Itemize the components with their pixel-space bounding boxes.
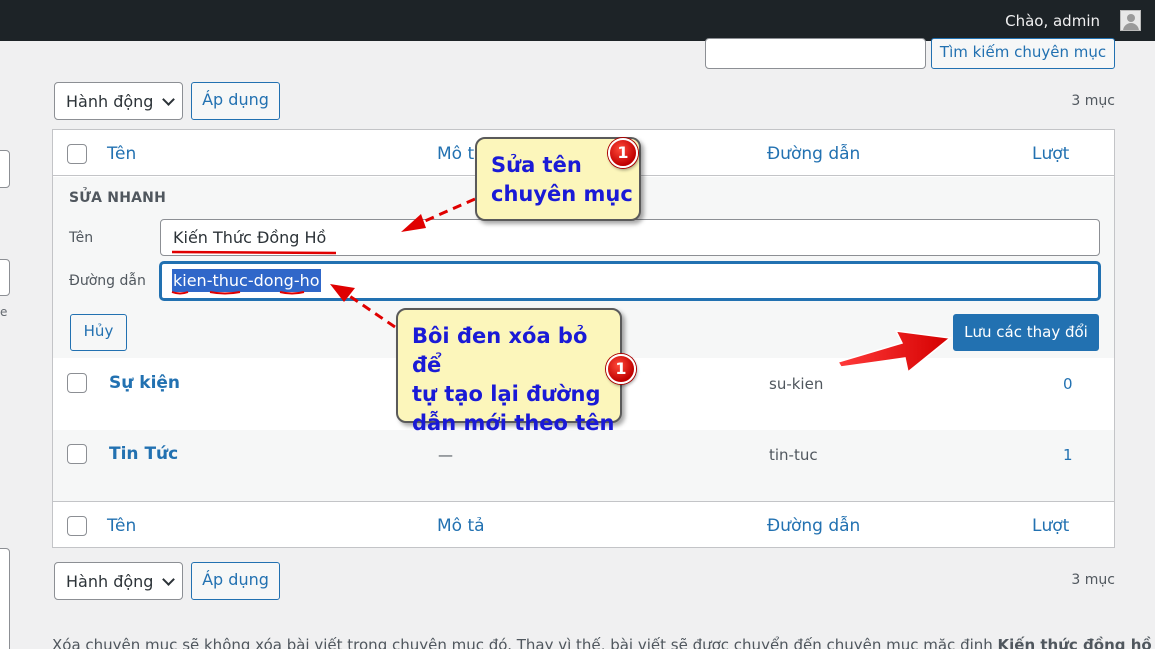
bulk-action-selected: Hành động bbox=[66, 92, 154, 111]
save-changes-button[interactable]: Lưu các thay đổi bbox=[953, 314, 1099, 351]
bulk-action-select-top[interactable]: Hành động bbox=[54, 82, 183, 120]
step-badge-2: 1 bbox=[606, 354, 636, 384]
column-count-footer[interactable]: Lượt bbox=[1032, 516, 1069, 536]
column-slug[interactable]: Đường dẫn bbox=[767, 144, 860, 164]
row-count-link[interactable]: 1 bbox=[1063, 446, 1073, 464]
default-category: Kiến thức đồng hồ bbox=[997, 636, 1152, 649]
slug-label: Đường dẫn bbox=[69, 273, 146, 289]
step-badge: 1 bbox=[608, 138, 638, 168]
column-description-footer[interactable]: Mô tả bbox=[437, 516, 485, 536]
row-description: — bbox=[438, 446, 453, 464]
callout-slug: Bôi đen xóa bỏ để tự tạo lại đường dẫn m… bbox=[396, 308, 622, 435]
select-all-checkbox[interactable] bbox=[67, 144, 87, 164]
item-count-top: 3 mục bbox=[1071, 93, 1115, 109]
left-panel-input[interactable] bbox=[0, 150, 10, 188]
select-all-checkbox-footer[interactable] bbox=[67, 516, 87, 536]
column-count[interactable]: Lượt bbox=[1032, 144, 1069, 164]
callout2-line2: tự tạo lại đường bbox=[412, 382, 601, 406]
slug-input-value: kien-thuc-dong-ho bbox=[172, 269, 321, 292]
chevron-down-icon bbox=[162, 573, 175, 586]
admin-bar: Chào, admin bbox=[0, 0, 1155, 41]
row-checkbox[interactable] bbox=[67, 444, 87, 464]
search-input[interactable] bbox=[705, 38, 926, 69]
apply-button-top[interactable]: Áp dụng bbox=[191, 82, 280, 120]
callout2-line3: dẫn mới theo tên bbox=[412, 411, 615, 435]
slug-input[interactable]: kien-thuc-dong-ho bbox=[160, 262, 1100, 300]
left-panel-clipped-text: e bbox=[0, 305, 8, 319]
bulk-action-selected-bottom: Hành động bbox=[66, 572, 154, 591]
row-checkbox[interactable] bbox=[67, 373, 87, 393]
row-slug: tin-tuc bbox=[769, 446, 818, 464]
name-label: Tên bbox=[69, 230, 94, 246]
column-name-footer[interactable]: Tên bbox=[107, 516, 136, 536]
row-name-link[interactable]: Sự kiện bbox=[109, 373, 180, 393]
left-panel-textarea[interactable] bbox=[0, 548, 10, 649]
row-count-link[interactable]: 0 bbox=[1063, 375, 1073, 393]
callout2-line1: Bôi đen xóa bỏ để bbox=[412, 324, 588, 377]
row-slug: su-kien bbox=[769, 375, 824, 393]
item-count-bottom: 3 mục bbox=[1071, 572, 1115, 588]
footer-note: Xóa chuyên mục sẽ không xóa bài viết tro… bbox=[52, 636, 1152, 649]
chevron-down-icon bbox=[162, 93, 175, 106]
callout1-line2: chuyên mục bbox=[491, 182, 633, 206]
cancel-button[interactable]: Hủy bbox=[70, 314, 127, 351]
quick-edit-title: SỬA NHANH bbox=[69, 190, 166, 206]
table-row: Tin Tức — tin-tuc 1 bbox=[53, 430, 1114, 501]
admin-greeting[interactable]: Chào, admin bbox=[1005, 12, 1100, 30]
row-name-link[interactable]: Tin Tức bbox=[109, 444, 178, 464]
search-categories-button[interactable]: Tìm kiếm chuyên mục bbox=[931, 38, 1115, 69]
name-input[interactable]: Kiến Thức Đồng Hồ bbox=[160, 219, 1100, 256]
name-input-value: Kiến Thức Đồng Hồ bbox=[173, 228, 327, 247]
apply-button-bottom[interactable]: Áp dụng bbox=[191, 562, 280, 600]
left-panel-input-2[interactable] bbox=[0, 259, 10, 296]
column-slug-footer[interactable]: Đường dẫn bbox=[767, 516, 860, 536]
footer-note-text: Xóa chuyên mục sẽ không xóa bài viết tro… bbox=[52, 636, 998, 649]
table-footer: Tên Mô tả Đường dẫn Lượt bbox=[53, 501, 1114, 547]
avatar[interactable] bbox=[1120, 10, 1141, 31]
bulk-action-select-bottom[interactable]: Hành động bbox=[54, 562, 183, 600]
column-name[interactable]: Tên bbox=[107, 144, 136, 164]
